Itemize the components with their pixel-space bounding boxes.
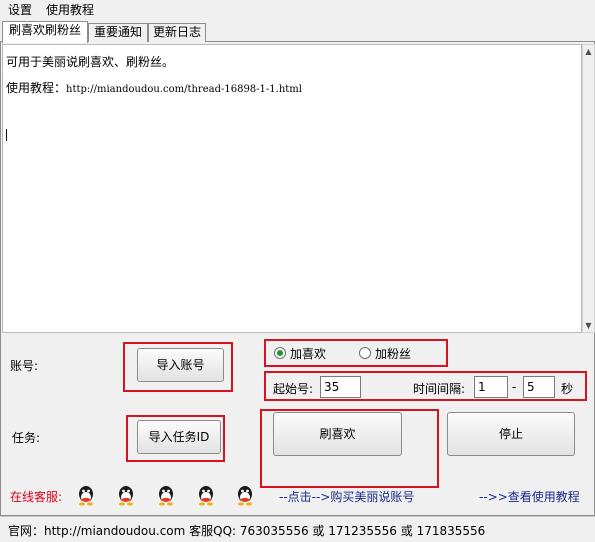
tab-changelog[interactable]: 更新日志 bbox=[148, 23, 206, 42]
online-support-label: 在线客服: bbox=[10, 490, 63, 504]
interval-separator: - bbox=[512, 380, 517, 394]
start-number-input[interactable]: 35 bbox=[320, 376, 361, 398]
interval-unit: 秒 bbox=[561, 382, 574, 396]
text-caret bbox=[6, 129, 7, 141]
tab-bar: 刷喜欢刷粉丝 重要通知 更新日志 bbox=[0, 20, 595, 43]
qq-icon[interactable] bbox=[76, 484, 96, 506]
radio-fans-label[interactable]: 加粉丝 bbox=[375, 345, 411, 362]
buy-account-link[interactable]: --点击-->购买美丽说账号 bbox=[279, 488, 414, 505]
start-like-button[interactable]: 刷喜欢 bbox=[273, 412, 402, 456]
qq-icon[interactable] bbox=[156, 484, 176, 506]
interval-min-input[interactable]: 1 bbox=[474, 376, 508, 398]
radio-like[interactable] bbox=[274, 347, 286, 359]
task-label: 任务: bbox=[12, 431, 41, 445]
log-line-2-prefix: 使用教程： bbox=[6, 81, 67, 95]
interval-max-input[interactable]: 5 bbox=[523, 376, 555, 398]
log-line-2-url: http://miandoudou.com/thread-16898-1-1.h… bbox=[66, 84, 302, 95]
import-account-button[interactable]: 导入账号 bbox=[137, 348, 224, 382]
start-number-label: 起始号: bbox=[273, 382, 314, 396]
scroll-up-icon[interactable]: ▲ bbox=[583, 45, 594, 58]
status-text: 官网：http://miandoudou.com 客服QQ: 763035556… bbox=[8, 524, 486, 538]
qq-icon[interactable] bbox=[235, 484, 255, 506]
log-line-2: 使用教程：http://miandoudou.com/thread-16898-… bbox=[6, 79, 302, 96]
menu-settings[interactable]: 设置 bbox=[8, 2, 32, 18]
log-scrollbar[interactable]: ▲ ▼ bbox=[582, 44, 595, 333]
view-tutorial-link[interactable]: -->>查看使用教程 bbox=[479, 488, 580, 505]
scroll-down-icon[interactable]: ▼ bbox=[583, 319, 594, 332]
account-label: 账号: bbox=[10, 359, 39, 373]
radio-fans[interactable] bbox=[359, 347, 371, 359]
tab-notice[interactable]: 重要通知 bbox=[88, 23, 148, 42]
log-textarea[interactable]: 可用于美丽说刷喜欢、刷粉丝。 使用教程：http://miandoudou.co… bbox=[2, 44, 582, 333]
import-task-button[interactable]: 导入任务ID bbox=[137, 420, 221, 454]
stop-button[interactable]: 停止 bbox=[447, 412, 575, 456]
radio-like-label[interactable]: 加喜欢 bbox=[290, 345, 326, 362]
tab-like-fans[interactable]: 刷喜欢刷粉丝 bbox=[2, 21, 88, 43]
qq-icon[interactable] bbox=[196, 484, 216, 506]
interval-label: 时间间隔: bbox=[413, 382, 466, 396]
qq-icon[interactable] bbox=[116, 484, 136, 506]
log-line-1: 可用于美丽说刷喜欢、刷粉丝。 bbox=[6, 55, 175, 69]
status-bar: 官网：http://miandoudou.com 客服QQ: 763035556… bbox=[0, 516, 595, 542]
menu-bar: 设置 使用教程 bbox=[0, 0, 595, 20]
menu-tutorial[interactable]: 使用教程 bbox=[46, 2, 94, 18]
